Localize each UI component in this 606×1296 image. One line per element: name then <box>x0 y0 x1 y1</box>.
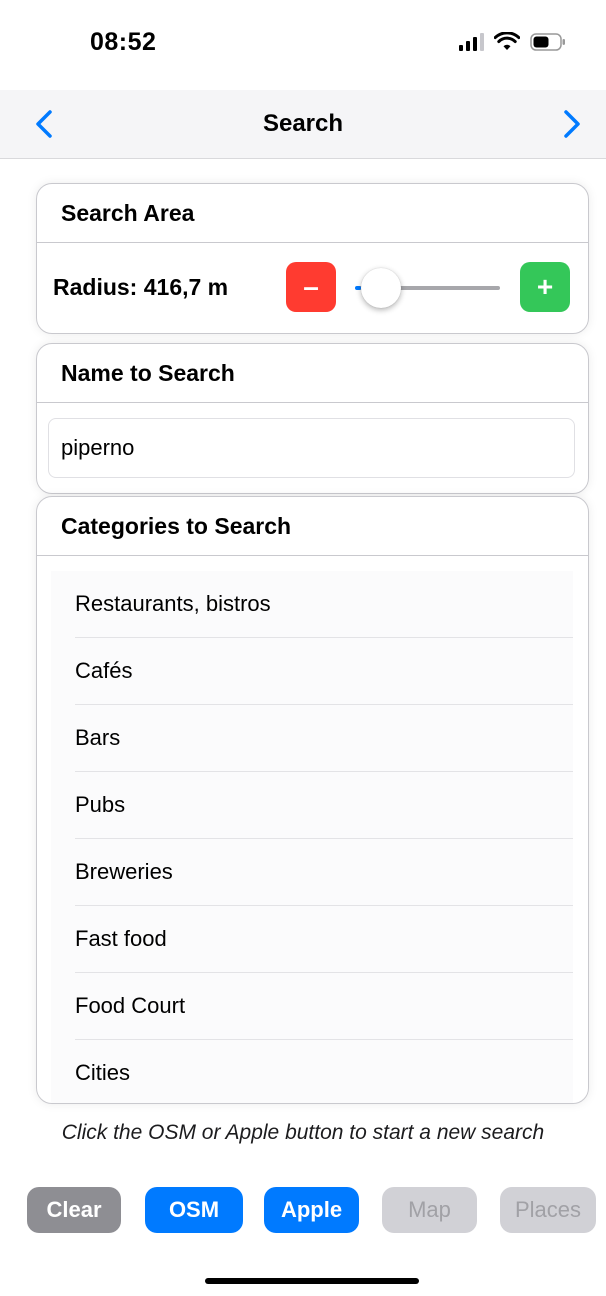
category-label: Breweries <box>75 859 173 884</box>
category-list-item[interactable]: Fast food <box>75 906 573 973</box>
category-list-item[interactable]: Food Court <box>75 973 573 1040</box>
categories-header: Categories to Search <box>37 497 588 556</box>
category-label: Restaurants, bistros <box>75 591 271 616</box>
category-list-item[interactable]: Breweries <box>75 839 573 906</box>
name-search-title: Name to Search <box>61 360 235 386</box>
category-list-item[interactable]: Cities <box>75 1040 573 1103</box>
category-label: Fast food <box>75 926 167 951</box>
wifi-icon <box>494 32 520 50</box>
category-list-item[interactable]: Bars <box>75 705 573 772</box>
category-label: Food Court <box>75 993 186 1018</box>
clear-button[interactable]: Clear <box>27 1187 121 1233</box>
categories-list[interactable]: Restaurants, bistros Cafés Bars Pubs Breweri… <box>51 571 573 1103</box>
navigation-bar: Search <box>0 90 606 159</box>
minus-icon: – <box>303 271 319 302</box>
radius-label: Radius: 416,7 m <box>53 274 229 300</box>
category-label: Pubs <box>75 792 126 817</box>
category-list-item[interactable]: Pubs <box>75 772 573 839</box>
page-title: Search <box>262 110 344 137</box>
status-time: 08:52 <box>90 28 157 56</box>
search-hint: Click the OSM or Apple button to start a… <box>61 1121 545 1144</box>
category-label: Bars <box>75 725 121 750</box>
radius-slider-fill <box>355 286 361 290</box>
decrease-radius-button[interactable]: – <box>286 262 336 312</box>
home-indicator <box>205 1278 419 1284</box>
cellular-signal-icon <box>459 33 484 51</box>
plus-icon: + <box>536 271 554 302</box>
name-search-header: Name to Search <box>37 344 588 403</box>
name-search-input[interactable] <box>48 418 575 478</box>
osm-button[interactable]: OSM <box>145 1187 243 1233</box>
places-button[interactable]: Places <box>500 1187 596 1233</box>
increase-radius-button[interactable]: + <box>520 262 570 312</box>
search-area-card: Search Area Radius: 416,7 m – + <box>36 183 589 334</box>
categories-title: Categories to Search <box>61 513 292 539</box>
category-list-item[interactable]: Restaurants, bistros <box>75 571 573 638</box>
search-area-title: Search Area <box>61 200 195 226</box>
name-search-card: Name to Search <box>36 343 589 494</box>
category-label: Cafés <box>75 658 133 683</box>
status-bar: 08:52 <box>0 0 606 90</box>
apple-button[interactable]: Apple <box>264 1187 359 1233</box>
status-icons <box>459 32 566 52</box>
search-area-header: Search Area <box>37 184 588 243</box>
radius-slider-thumb[interactable] <box>361 268 402 308</box>
map-button[interactable]: Map <box>382 1187 477 1233</box>
forward-chevron-icon[interactable] <box>548 104 588 144</box>
categories-card: Categories to Search Restaurants, bistro… <box>36 496 589 1104</box>
battery-icon <box>530 33 565 51</box>
category-label: Cities <box>75 1060 131 1085</box>
category-list-item[interactable]: Cafés <box>75 638 573 705</box>
